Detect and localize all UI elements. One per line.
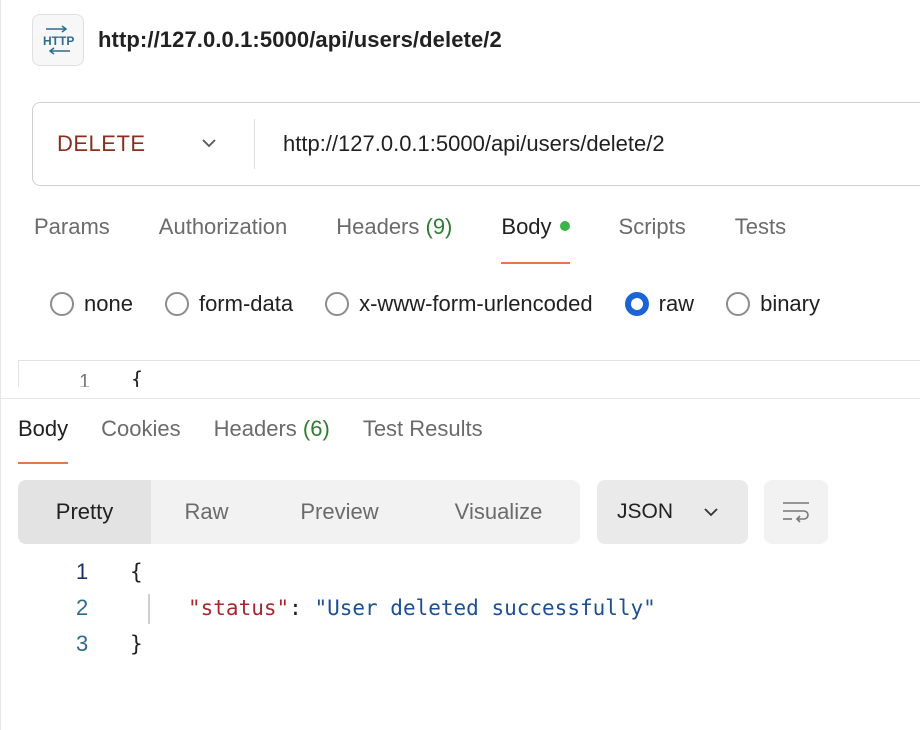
line-number: 3 bbox=[76, 631, 89, 656]
radio-form-data[interactable]: form-data bbox=[164, 291, 293, 317]
radio-raw[interactable]: raw bbox=[624, 291, 694, 317]
radio-button[interactable] bbox=[325, 292, 350, 316]
code-line: 3 } bbox=[18, 626, 918, 662]
http-icon: HTTP bbox=[32, 14, 84, 66]
request-title[interactable]: http://127.0.0.1:5000/api/users/delete/2 bbox=[98, 27, 502, 53]
request-body-editor[interactable]: 1 { bbox=[18, 360, 920, 387]
chevron-down-icon bbox=[704, 508, 718, 517]
radio-none[interactable]: none bbox=[50, 291, 133, 317]
url-bar: DELETE bbox=[32, 102, 920, 186]
chevron-down-icon bbox=[202, 139, 216, 148]
response-tab-test-results[interactable]: Test Results bbox=[363, 416, 483, 464]
response-tab-cookies[interactable]: Cookies bbox=[101, 416, 180, 464]
indent-guide bbox=[148, 594, 150, 624]
json-key: "status" bbox=[188, 596, 290, 620]
response-headers-count: (6) bbox=[302, 416, 330, 441]
editor-text: { bbox=[131, 367, 144, 387]
view-preview-button[interactable]: Preview bbox=[262, 480, 417, 544]
method-select[interactable]: DELETE bbox=[33, 119, 255, 169]
json-string-value: "User deleted successfully" bbox=[314, 596, 656, 620]
format-select[interactable]: JSON bbox=[597, 480, 748, 544]
radio-button[interactable] bbox=[726, 292, 751, 316]
url-input[interactable] bbox=[281, 130, 881, 158]
radio-binary[interactable]: binary bbox=[726, 291, 820, 317]
response-tab-headers[interactable]: Headers (6) bbox=[214, 416, 330, 464]
tab-scripts[interactable]: Scripts bbox=[619, 214, 686, 264]
method-label: DELETE bbox=[57, 131, 146, 156]
view-visualize-button[interactable]: Visualize bbox=[417, 480, 580, 544]
format-label: JSON bbox=[617, 500, 674, 523]
json-separator: : bbox=[289, 596, 315, 620]
body-type-radios: none form-data x-www-form-urlencoded raw… bbox=[50, 288, 852, 320]
code-text: "status": "User deleted successfully" bbox=[188, 590, 656, 626]
wrap-lines-icon bbox=[783, 502, 809, 523]
code-text: { bbox=[130, 560, 143, 584]
request-title-bar: HTTP http://127.0.0.1:5000/api/users/del… bbox=[32, 14, 502, 66]
radio-button[interactable] bbox=[50, 292, 74, 316]
line-number: 1 bbox=[79, 371, 91, 387]
pane-divider[interactable] bbox=[0, 398, 920, 399]
code-line: 2 "status": "User deleted successfully" bbox=[18, 590, 918, 626]
sidebar-edge bbox=[0, 0, 1, 730]
wrap-lines-button[interactable] bbox=[764, 480, 828, 544]
svg-text:HTTP: HTTP bbox=[43, 34, 74, 48]
tab-authorization[interactable]: Authorization bbox=[159, 214, 287, 264]
headers-count: (9) bbox=[425, 214, 453, 239]
line-number: 1 bbox=[76, 559, 89, 584]
code-text: } bbox=[130, 632, 143, 656]
radio-button[interactable] bbox=[164, 292, 189, 316]
response-tab-body[interactable]: Body bbox=[18, 416, 69, 464]
tab-params[interactable]: Params bbox=[34, 214, 110, 264]
radio-x-www-form-urlencoded[interactable]: x-www-form-urlencoded bbox=[325, 291, 593, 317]
response-tabs: Body Cookies Headers (6) Test Results bbox=[18, 416, 516, 464]
view-pretty-button[interactable]: Pretty bbox=[18, 480, 151, 544]
request-tabs: Params Authorization Headers (9) Body Sc… bbox=[34, 214, 835, 264]
tab-body[interactable]: Body bbox=[501, 214, 570, 264]
response-body-code[interactable]: 1 { 2 "status": "User deleted successful… bbox=[18, 554, 918, 662]
tab-tests[interactable]: Tests bbox=[735, 214, 786, 264]
radio-button-checked[interactable] bbox=[624, 292, 649, 316]
tab-headers[interactable]: Headers (9) bbox=[336, 214, 452, 264]
code-line: 1 { bbox=[18, 554, 918, 590]
line-number: 2 bbox=[76, 595, 89, 620]
view-raw-button[interactable]: Raw bbox=[151, 480, 262, 544]
body-indicator-dot bbox=[559, 221, 570, 232]
view-mode-selector: Pretty Raw Preview Visualize bbox=[18, 480, 580, 544]
